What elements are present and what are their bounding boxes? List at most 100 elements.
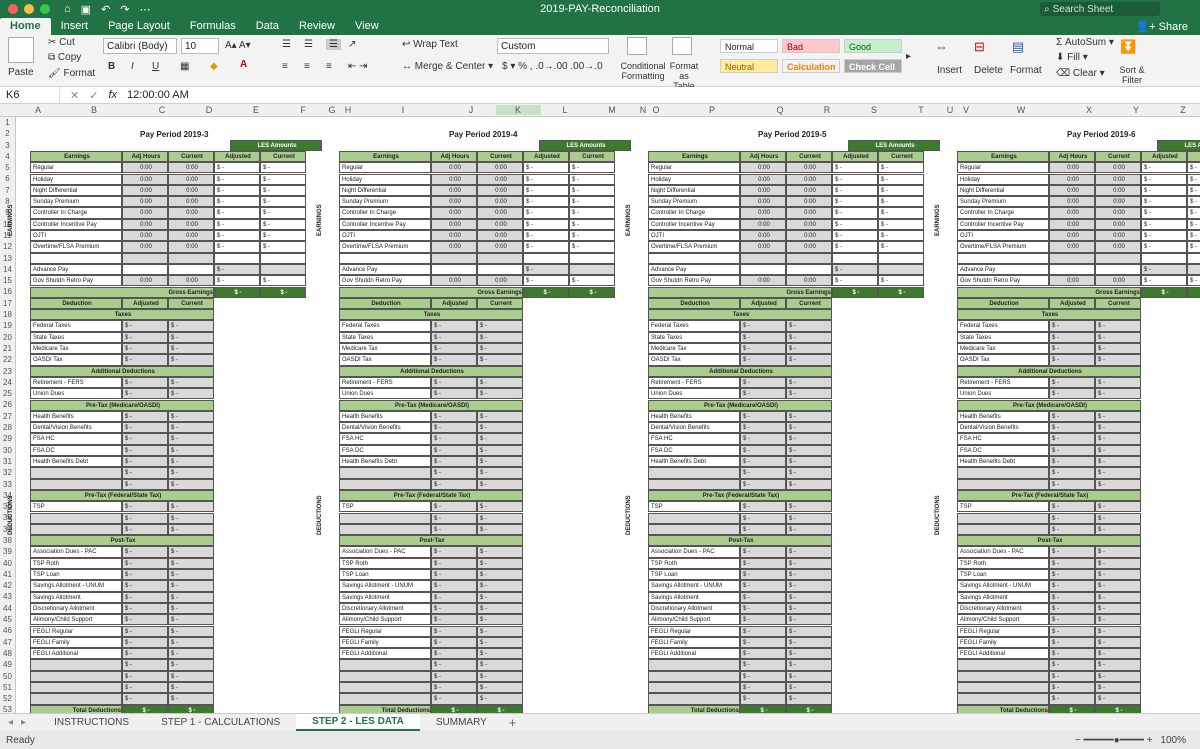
deduction-adjusted[interactable]: $ - <box>122 354 168 366</box>
current-amount-cell[interactable]: $ - <box>260 173 306 185</box>
row-header-28[interactable]: 28 <box>0 422 15 433</box>
earnings-item[interactable]: Advance Pay <box>957 263 1049 276</box>
earnings-item[interactable]: OJTI <box>957 230 1049 242</box>
cut-button[interactable]: ✂ Cut <box>48 37 75 48</box>
deduction-item[interactable]: Discretionary Allotment <box>957 602 1049 615</box>
earnings-item[interactable]: Holiday <box>957 173 1049 185</box>
adj-hours-cell[interactable]: 0:00 <box>740 162 786 174</box>
current-amount-cell[interactable]: $ - <box>878 196 924 208</box>
deduction-current[interactable]: $ - <box>477 422 523 434</box>
adjusted-amount-cell[interactable]: $ - <box>523 184 569 197</box>
deduction-adjusted[interactable]: $ - <box>1049 410 1095 423</box>
section-header[interactable]: Post-Tax <box>648 535 832 547</box>
earnings-item[interactable]: Overtime/FLSA Premium <box>30 241 122 253</box>
row-header-16[interactable]: 16 <box>0 286 15 297</box>
deduction-adjusted[interactable]: $ - <box>431 467 477 479</box>
deduction-adjusted[interactable]: $ - <box>740 478 786 490</box>
row-header-21[interactable]: 21 <box>0 343 15 354</box>
row-header-25[interactable]: 25 <box>0 388 15 399</box>
style-check-cell[interactable]: Check Cell <box>844 59 902 73</box>
column-header-h[interactable]: H <box>343 105 353 115</box>
adj-hours-cell[interactable]: 0:00 <box>1049 218 1095 230</box>
section-header[interactable]: Pre-Tax (Federal/State Tax) <box>648 489 832 502</box>
row-header-27[interactable]: 27 <box>0 411 15 422</box>
les-amounts-header[interactable]: LES Amounts <box>1157 139 1200 151</box>
deduction-item[interactable]: Medicare Tax <box>648 343 740 355</box>
column-header-f[interactable]: F <box>281 105 326 115</box>
adj-hours-cell[interactable]: 0:00 <box>1049 230 1095 242</box>
deduction-current[interactable]: $ - <box>786 331 832 343</box>
cell[interactable] <box>523 252 569 264</box>
deduction-adjusted[interactable]: $ - <box>122 433 168 445</box>
section-header[interactable]: Taxes <box>957 309 1141 321</box>
deduction-item[interactable]: FSA HC <box>957 433 1049 445</box>
row-header-30[interactable]: 30 <box>0 445 15 456</box>
delete-cells-icon[interactable]: ⊟ <box>974 39 985 55</box>
home-icon[interactable]: ⌂ <box>64 3 71 16</box>
sort-filter-icon[interactable]: ⏬ <box>1120 39 1136 55</box>
deduction-item[interactable]: Union Dues <box>648 388 740 400</box>
deduction-current[interactable]: $ - <box>477 614 523 626</box>
deduction-current[interactable]: $ - <box>786 648 832 660</box>
deduction-item[interactable]: State Taxes <box>30 331 122 343</box>
deduction-adjusted[interactable]: $ - <box>431 693 477 705</box>
row-header-17[interactable]: 17 <box>0 298 15 309</box>
deduction-current[interactable]: $ - <box>786 376 832 389</box>
current-amount-cell[interactable]: $ - <box>569 196 615 208</box>
deduction-adjusted[interactable]: $ - <box>431 376 477 389</box>
deduction-adjusted[interactable]: $ - <box>431 523 477 536</box>
adj-hours-cell[interactable]: 0:00 <box>1049 207 1095 219</box>
cell[interactable] <box>339 670 431 682</box>
current-header[interactable]: Current <box>1095 150 1141 163</box>
row-header-2[interactable]: 2 <box>0 128 15 139</box>
current-hours-cell[interactable]: 0:00 <box>168 275 214 287</box>
deduction-item[interactable]: Health Benefits Debt <box>957 456 1049 468</box>
adjusted-amount-cell[interactable]: $ - <box>1141 275 1187 287</box>
cell[interactable] <box>339 467 431 479</box>
deduction-current[interactable]: $ - <box>168 320 214 332</box>
deduction-adjusted[interactable]: $ - <box>431 456 477 468</box>
deduction-current[interactable]: $ - <box>786 557 832 569</box>
column-header-t[interactable]: T <box>899 105 944 115</box>
adj-hours-cell[interactable]: 0:00 <box>740 275 786 287</box>
deduction-current[interactable]: $ - <box>168 682 214 694</box>
deduction-current[interactable]: $ - <box>477 320 523 332</box>
deduction-item[interactable]: FSA DC <box>30 444 122 456</box>
deduction-current[interactable]: $ - <box>1095 433 1141 445</box>
deduction-adjusted[interactable]: $ - <box>1049 659 1095 671</box>
cell[interactable] <box>569 263 615 276</box>
deduction-current[interactable]: $ - <box>477 591 523 603</box>
add-sheet-icon[interactable]: + <box>509 715 517 730</box>
earnings-item[interactable]: Gov Shutdn Retro Pay <box>648 275 740 287</box>
deduction-adjusted[interactable]: $ - <box>122 331 168 343</box>
cell[interactable] <box>878 263 924 276</box>
deduction-adjusted[interactable]: $ - <box>122 614 168 626</box>
deduction-item[interactable]: Dental/Vision Benefits <box>957 422 1049 434</box>
section-header[interactable]: Pre-Tax (Federal/State Tax) <box>957 489 1141 502</box>
deduction-item[interactable]: Association Dues - PAC <box>648 546 740 558</box>
cell[interactable] <box>339 512 431 524</box>
adj-hours-cell[interactable]: 0:00 <box>740 230 786 242</box>
current-amount-cell[interactable]: $ - <box>878 230 924 242</box>
current-amount-cell[interactable]: $ - <box>260 196 306 208</box>
current-amount-cell[interactable]: $ - <box>1187 241 1200 253</box>
adjusted-header[interactable]: Adjusted <box>122 297 168 310</box>
cell[interactable] <box>648 478 740 490</box>
adj-hours-cell[interactable]: 0:00 <box>1049 184 1095 197</box>
deduction-current[interactable]: $ - <box>168 602 214 615</box>
row-header-40[interactable]: 40 <box>0 558 15 569</box>
current-hours-cell[interactable]: 0:00 <box>1095 207 1141 219</box>
cell[interactable] <box>339 252 431 264</box>
deduction-item[interactable]: TSP Loan <box>30 569 122 581</box>
deduction-adjusted[interactable]: $ - <box>122 456 168 468</box>
deduction-item[interactable]: Union Dues <box>957 388 1049 400</box>
cell[interactable] <box>1095 263 1141 276</box>
current-amount-cell[interactable]: $ - <box>878 173 924 185</box>
deduction-item[interactable]: OASDI Tax <box>648 354 740 366</box>
cell[interactable] <box>786 263 832 276</box>
current-amount-cell[interactable]: $ - <box>260 207 306 219</box>
ribbon-tab-formulas[interactable]: Formulas <box>180 18 246 35</box>
deduction-item[interactable]: Retirement - FERS <box>648 376 740 389</box>
name-box[interactable]: K6 <box>0 87 60 103</box>
cell[interactable] <box>260 252 306 264</box>
